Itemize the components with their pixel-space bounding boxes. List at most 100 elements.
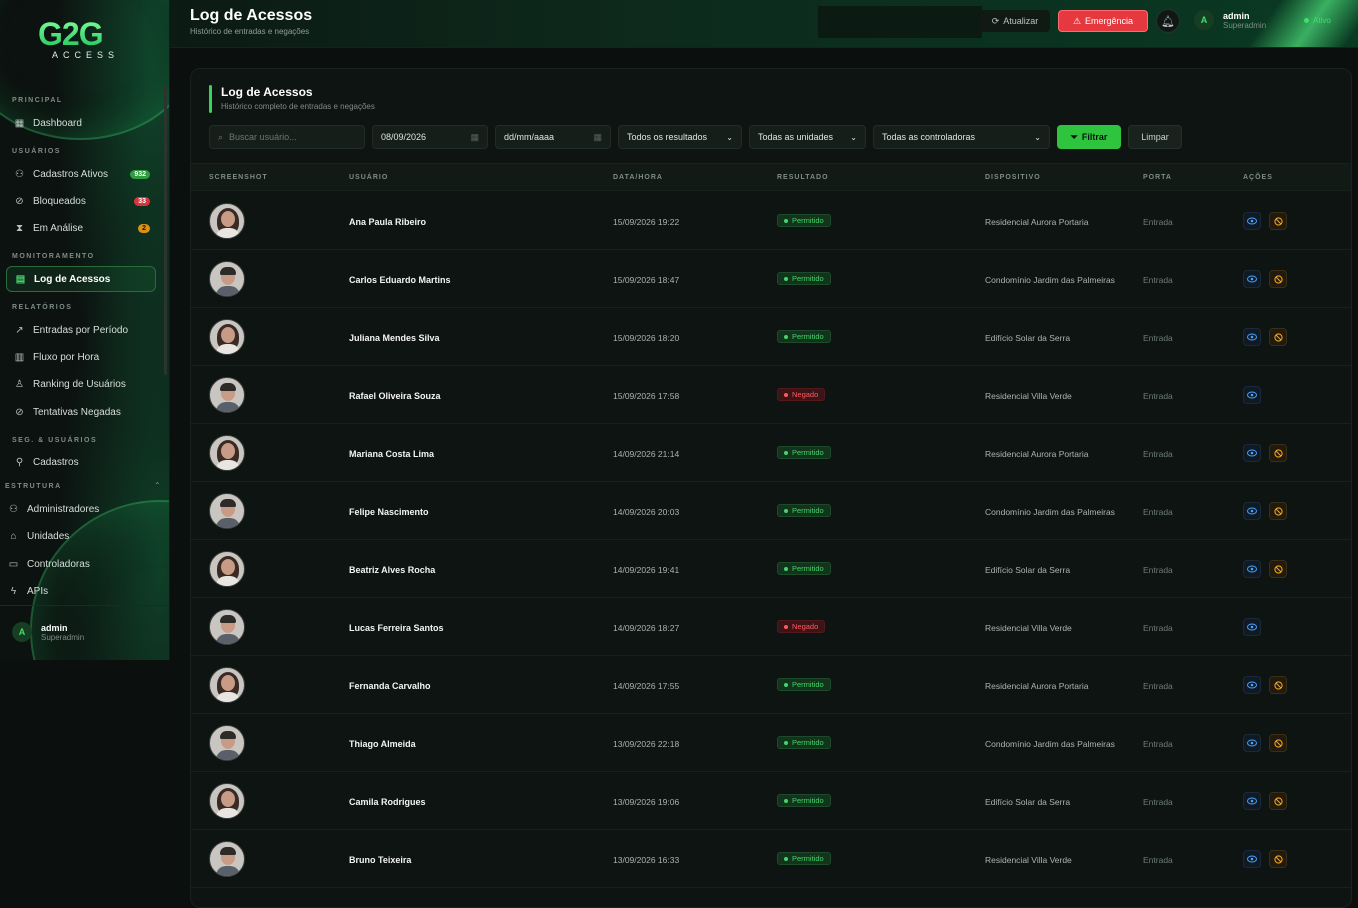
view-button[interactable]: [1243, 270, 1261, 288]
screenshot-thumbnail[interactable]: [209, 609, 245, 645]
block-button[interactable]: [1269, 676, 1287, 694]
avatar-body: [216, 750, 240, 760]
screenshot-thumbnail[interactable]: [209, 783, 245, 819]
sidebar-item-entradas-periodo[interactable]: ↗ Entradas por Período: [6, 318, 156, 342]
award-icon: ♙: [15, 378, 24, 390]
avatar-hair: [220, 267, 236, 275]
block-button[interactable]: [1269, 560, 1287, 578]
table-row[interactable]: Carlos Eduardo Martins 15/09/2026 18:47 Pe…: [191, 250, 1351, 308]
sidebar-scrollbar[interactable]: [164, 85, 167, 375]
sidebar-item-log-acessos[interactable]: ▤ Log de Acessos: [6, 266, 156, 292]
cell-usuario: Lucas Ferreira Santos: [349, 623, 444, 633]
view-button[interactable]: [1243, 560, 1261, 578]
block-button[interactable]: [1269, 212, 1287, 230]
sidebar-item-bloqueados[interactable]: ⊘ Bloqueados 33: [6, 189, 156, 213]
view-button[interactable]: [1243, 734, 1261, 752]
block-button[interactable]: [1269, 502, 1287, 520]
calendar-icon[interactable]: ▦: [593, 132, 602, 143]
view-button[interactable]: [1243, 386, 1261, 404]
emergency-button[interactable]: ⚠ Emergência: [1058, 10, 1148, 32]
date-from-field[interactable]: 08/09/2026 ▦: [372, 125, 488, 149]
topbar: Log de Acessos Histórico de entradas e n…: [170, 0, 1358, 48]
block-button[interactable]: [1269, 444, 1287, 462]
notifications-button[interactable]: 🔔︎: [1156, 9, 1180, 33]
screenshot-thumbnail[interactable]: [209, 261, 245, 297]
table-row[interactable]: Lucas Ferreira Santos 14/09/2026 18:27 Neg…: [191, 598, 1351, 656]
table-row[interactable]: Beatriz Alves Rocha 14/09/2026 19:41 Permi…: [191, 540, 1351, 598]
table-row[interactable]: Fernanda Carvalho 14/09/2026 17:55 Permiti…: [191, 656, 1351, 714]
cell-porta: Entrada: [1143, 333, 1173, 343]
result-badge: Permitido: [777, 446, 831, 459]
view-button[interactable]: [1243, 502, 1261, 520]
eye-icon: [1247, 681, 1257, 689]
sidebar-item-controladoras[interactable]: ▭ Controladoras: [0, 552, 150, 576]
table-row[interactable]: Mariana Costa Lima 14/09/2026 21:14 Permit…: [191, 424, 1351, 482]
section-label-usuarios: USUÁRIOS: [12, 148, 61, 155]
sidebar-item-cadastros[interactable]: ⚲ Cadastros: [6, 450, 156, 474]
block-button[interactable]: [1269, 270, 1287, 288]
count-badge: 932: [130, 169, 150, 179]
screenshot-thumbnail[interactable]: [209, 203, 245, 239]
chevron-up-icon[interactable]: ⌃: [154, 481, 161, 490]
sidebar-item-ranking[interactable]: ♙ Ranking de Usuários: [6, 372, 156, 396]
sidebar-item-administradores[interactable]: ⚇ Administradores: [0, 497, 150, 521]
view-button[interactable]: [1243, 328, 1261, 346]
search-input[interactable]: ⌕ Buscar usuário...: [209, 125, 365, 149]
result-select[interactable]: Todos os resultados ⌄: [618, 125, 742, 149]
sidebar-item-label: Controladoras: [27, 558, 90, 570]
table-row[interactable]: Felipe Nascimento 14/09/2026 20:03 Permiti…: [191, 482, 1351, 540]
topbar-user-menu[interactable]: A admin Superadmin: [1194, 10, 1266, 30]
table-row[interactable]: Rafael Oliveira Souza 15/09/2026 17:58 Neg…: [191, 366, 1351, 424]
date-to-field[interactable]: dd/mm/aaaa ▦: [495, 125, 611, 149]
sidebar-item-tentativas[interactable]: ⊘ Tentativas Negadas: [6, 400, 156, 424]
calendar-icon[interactable]: ▦: [470, 132, 479, 143]
sidebar-item-em-analise[interactable]: ⧗ Em Análise 2: [6, 216, 156, 240]
unit-select-value: Todas as unidades: [758, 132, 834, 142]
screenshot-thumbnail[interactable]: [209, 435, 245, 471]
screenshot-thumbnail[interactable]: [209, 493, 245, 529]
block-button[interactable]: [1269, 328, 1287, 346]
search-placeholder: Buscar usuário...: [229, 132, 297, 142]
screenshot-thumbnail[interactable]: [209, 319, 245, 355]
screenshot-thumbnail[interactable]: [209, 551, 245, 587]
sidebar-item-dashboard[interactable]: ▦ Dashboard: [6, 111, 156, 135]
screenshot-thumbnail[interactable]: [209, 725, 245, 761]
cell-porta: Entrada: [1143, 391, 1173, 401]
screenshot-thumbnail[interactable]: [209, 377, 245, 413]
screenshot-thumbnail[interactable]: [209, 667, 245, 703]
table-row[interactable]: Thiago Almeida 13/09/2026 22:18 Permitido C…: [191, 714, 1351, 772]
view-button[interactable]: [1243, 618, 1261, 636]
sidebar-item-fluxo-hora[interactable]: ▥ Fluxo por Hora: [6, 345, 156, 369]
brand-logo[interactable]: G2G ACCESS: [38, 18, 133, 60]
screenshot-thumbnail[interactable]: [209, 841, 245, 877]
sidebar-item-apis[interactable]: ϟ APIs: [0, 579, 150, 603]
sidebar-item-cadastros-ativos[interactable]: ⚇ Cadastros Ativos 932: [6, 162, 156, 186]
status-dot: [784, 334, 788, 339]
view-button[interactable]: [1243, 792, 1261, 810]
table-row[interactable]: Ana Paula Ribeiro 15/09/2026 19:22 Permiti…: [191, 192, 1351, 250]
table-row[interactable]: Bruno Teixeira 13/09/2026 16:33 Permitido R…: [191, 830, 1351, 888]
block-button[interactable]: [1269, 734, 1287, 752]
block-button[interactable]: [1269, 850, 1287, 868]
refresh-button[interactable]: ⟳ Atualizar: [980, 10, 1050, 32]
funnel-icon: ⏷: [1070, 131, 1078, 142]
view-button[interactable]: [1243, 212, 1261, 230]
sidebar-user-card[interactable]: A admin Superadmin: [12, 622, 84, 642]
sidebar-item-unidades[interactable]: ⌂ Unidades: [0, 524, 150, 548]
cell-dispositivo: Residencial Villa Verde: [985, 623, 1072, 633]
eye-icon: [1247, 333, 1257, 341]
result-badge: Negado: [777, 388, 826, 401]
table-row[interactable]: Juliana Mendes Silva 15/09/2026 18:20 Perm…: [191, 308, 1351, 366]
block-button[interactable]: [1269, 792, 1287, 810]
view-button[interactable]: [1243, 444, 1261, 462]
cell-datahora: 15/09/2026 19:22: [613, 217, 680, 227]
unit-select[interactable]: Todas as unidades ⌄: [749, 125, 866, 149]
view-button[interactable]: [1243, 676, 1261, 694]
block-icon: ⊘: [15, 406, 24, 418]
clear-button[interactable]: Limpar: [1128, 125, 1182, 149]
view-button[interactable]: [1243, 850, 1261, 868]
table-row[interactable]: Camila Rodrigues 13/09/2026 19:06 Permitid…: [191, 772, 1351, 830]
cell-datahora: 14/09/2026 19:41: [613, 565, 680, 575]
controller-select[interactable]: Todas as controladoras ⌄: [873, 125, 1050, 149]
filter-button[interactable]: ⏷ Filtrar: [1057, 125, 1121, 149]
